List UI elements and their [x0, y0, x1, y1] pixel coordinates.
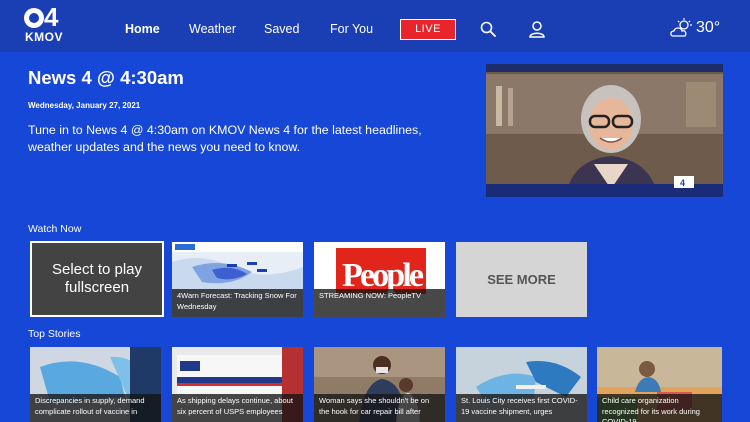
channel-number: 4 — [44, 2, 59, 32]
watch-card-forecast[interactable]: 4Warn Forecast: Tracking Snow For Wednes… — [172, 242, 303, 317]
card-caption: As shipping delays continue, about six p… — [172, 394, 303, 422]
partly-cloudy-sun-icon — [670, 18, 692, 37]
card-caption: Woman says she shouldn't be on the hook … — [314, 394, 445, 422]
story-card-usps[interactable]: As shipping delays continue, about six p… — [172, 347, 303, 422]
see-more-label: SEE MORE — [487, 272, 556, 287]
hero-description: Tune in to News 4 @ 4:30am on KMOV News … — [28, 123, 422, 154]
card-caption: St. Louis City receives first COVID-19 v… — [456, 394, 587, 422]
card-caption: Discrepancies in supply, demand complica… — [30, 394, 161, 422]
temperature: 30° — [696, 19, 721, 36]
nav-home[interactable]: Home — [125, 22, 160, 36]
live-button[interactable]: LIVE — [400, 19, 456, 40]
card-caption: STREAMING NOW: PeopleTV — [314, 289, 445, 317]
play-fullscreen-overlay: Select to play fullscreen — [32, 243, 162, 315]
anchor-video-frame: 4 — [486, 64, 723, 197]
story-card-vaccine-supply[interactable]: Discrepancies in supply, demand complica… — [30, 347, 161, 422]
watch-now-label: Watch Now — [28, 223, 82, 235]
hero-title: News 4 @ 4:30am — [28, 67, 184, 88]
card-caption: Child care organization recognized for i… — [597, 394, 722, 422]
watch-card-focused[interactable]: Select to play fullscreen — [30, 241, 164, 317]
kmov-logo[interactable]: 4 KMOV — [24, 4, 66, 44]
card-caption: 4Warn Forecast: Tracking Snow For Wednes… — [172, 289, 303, 317]
call-sign: KMOV — [25, 30, 63, 44]
weather-widget[interactable]: 30° — [670, 18, 720, 38]
hero-date: Wednesday, January 27, 2021 — [28, 101, 141, 110]
story-card-child-care[interactable]: Child care organization recognized for i… — [597, 347, 722, 422]
story-card-stl-vaccine[interactable]: St. Louis City receives first COVID-19 v… — [456, 347, 587, 422]
nav-for-you[interactable]: For You — [330, 22, 373, 36]
nav-saved[interactable]: Saved — [264, 22, 299, 36]
top-nav-bar: 4 KMOV Home Weather Saved For You LIVE 3… — [0, 0, 750, 52]
nav-weather[interactable]: Weather — [189, 22, 236, 36]
story-card-car-repair[interactable]: Woman says she shouldn't be on the hook … — [314, 347, 445, 422]
watch-card-peopletv[interactable]: People STREAMING NOW: PeopleTV — [314, 242, 445, 317]
svg-text:4: 4 — [680, 178, 685, 188]
hero-video-thumbnail[interactable]: 4 — [486, 64, 723, 197]
search-icon[interactable] — [480, 21, 496, 37]
top-stories-label: Top Stories — [28, 328, 81, 340]
see-more-button[interactable]: SEE MORE — [456, 242, 587, 317]
cbs-eye-icon — [24, 8, 44, 28]
user-icon[interactable] — [528, 20, 546, 38]
